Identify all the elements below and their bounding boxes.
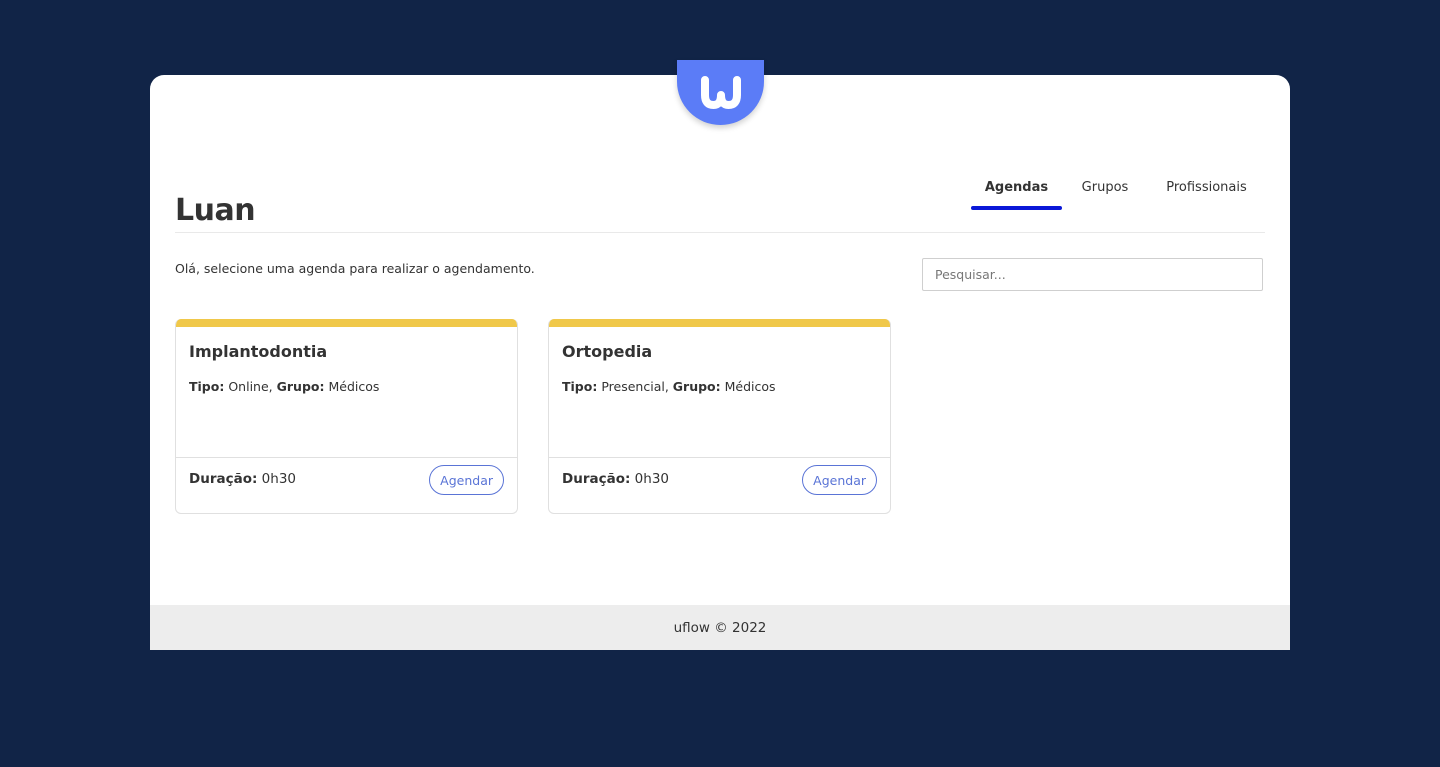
duracao-label: Duração: xyxy=(562,471,631,487)
agenda-card[interactable]: Implantodontia Tipo: Online, Grupo: Médi… xyxy=(175,319,518,514)
agendar-button[interactable]: Agendar xyxy=(802,465,877,495)
page-footer: uflow © 2022 xyxy=(150,605,1290,650)
nav-tabs: Agendas Grupos Profissionais xyxy=(150,180,1290,212)
grupo-label: Grupo: xyxy=(672,379,721,394)
duracao-value: 0h30 xyxy=(634,471,669,487)
footer-text: uflow © 2022 xyxy=(673,619,767,636)
header-divider xyxy=(175,232,1265,233)
card-meta: Tipo: Presencial, Grupo: Médicos xyxy=(562,379,776,394)
card-title: Implantodontia xyxy=(189,342,328,361)
tab-profissionais[interactable]: Profissionais xyxy=(1160,180,1253,195)
search-input[interactable] xyxy=(922,258,1263,291)
uflow-logo-icon xyxy=(700,75,741,109)
grupo-label: Grupo: xyxy=(276,379,325,394)
card-footer: Duração: 0h30 Agendar xyxy=(549,457,890,513)
active-tab-indicator xyxy=(971,206,1062,210)
tipo-value: Online xyxy=(228,379,269,394)
agenda-card[interactable]: Ortopedia Tipo: Presencial, Grupo: Médic… xyxy=(548,319,891,514)
card-footer: Duração: 0h30 Agendar xyxy=(176,457,517,513)
tipo-value: Presencial xyxy=(601,379,665,394)
tipo-label: Tipo: xyxy=(189,379,225,394)
agendar-button[interactable]: Agendar xyxy=(429,465,504,495)
grupo-value: Médicos xyxy=(328,379,380,394)
main-panel: Luan Agendas Grupos Profissionais Olá, s… xyxy=(150,75,1290,650)
card-duration: Duração: 0h30 xyxy=(189,471,296,487)
card-title: Ortopedia xyxy=(562,342,653,361)
intro-text: Olá, selecione uma agenda para realizar … xyxy=(175,261,535,276)
duracao-label: Duração: xyxy=(189,471,258,487)
card-color-bar xyxy=(176,319,517,327)
grupo-value: Médicos xyxy=(724,379,776,394)
tab-agendas[interactable]: Agendas xyxy=(971,180,1062,195)
duracao-value: 0h30 xyxy=(261,471,296,487)
card-meta: Tipo: Online, Grupo: Médicos xyxy=(189,379,380,394)
tipo-label: Tipo: xyxy=(562,379,598,394)
tab-grupos[interactable]: Grupos xyxy=(1075,180,1135,195)
card-color-bar xyxy=(549,319,890,327)
card-duration: Duração: 0h30 xyxy=(562,471,669,487)
